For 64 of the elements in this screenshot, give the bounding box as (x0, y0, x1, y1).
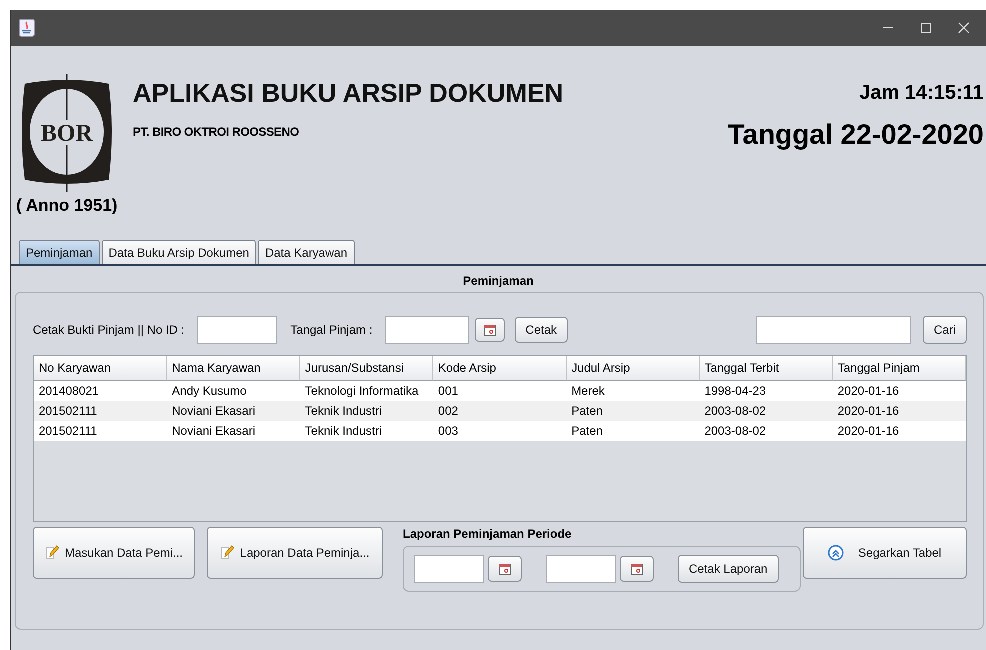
company-logo: BOR (21, 74, 113, 192)
column-header[interactable]: Judul Arsip (566, 356, 700, 381)
pencil-icon (220, 545, 234, 561)
table-cell: Paten (566, 421, 700, 441)
print-button[interactable]: Cetak (514, 317, 568, 343)
column-header[interactable]: Tanggal Terbit (700, 356, 833, 381)
action-button[interactable]: Laporan Data Peminja... (207, 527, 383, 579)
table-cell: 003 (433, 421, 567, 441)
table-cell: 2020-01-16 (832, 401, 966, 421)
column-header[interactable]: Tanggal Pinjam (832, 356, 966, 381)
close-icon[interactable] (958, 22, 970, 34)
refresh-button[interactable]: Segarkan Tabel (803, 527, 967, 579)
table-cell: Paten (566, 401, 700, 421)
date-field[interactable] (384, 316, 469, 344)
calendar-button[interactable] (620, 556, 654, 582)
calendar-button[interactable] (474, 318, 505, 342)
table-cell: 2003-08-02 (700, 421, 833, 441)
date-field[interactable] (546, 555, 616, 583)
table-cell: Andy Kusumo (167, 381, 300, 401)
table-cell: 001 (433, 381, 567, 401)
action-button[interactable]: Masukan Data Pemi... (33, 527, 195, 579)
search-field[interactable] (756, 316, 911, 344)
tab[interactable]: Data Buku Arsip Dokumen (102, 240, 256, 264)
founding-year: ( Anno 1951) (16, 196, 118, 216)
date-field[interactable] (414, 555, 484, 583)
table-cell: Noviani Ekasari (167, 401, 300, 421)
group-title: Laporan Peminjaman Periode (403, 527, 573, 541)
refresh-icon (828, 545, 844, 561)
column-header[interactable]: No Karyawan (34, 356, 168, 381)
table-cell: 201408021 (34, 381, 168, 401)
pencil-icon (44, 545, 59, 561)
calendar-icon (484, 324, 496, 336)
tab[interactable]: Data Karyawan (258, 240, 354, 264)
input-field[interactable] (196, 316, 277, 344)
app-icon (19, 19, 35, 37)
calendar-icon (499, 564, 511, 574)
table-cell: 002 (433, 401, 567, 421)
table-cell: 201502111 (34, 401, 168, 421)
clock-label: Jam 14:15:11 (859, 82, 984, 105)
search-button[interactable]: Cari (922, 316, 967, 344)
table-cell: 2020-01-16 (832, 381, 966, 401)
table-cell: Merek (566, 381, 700, 401)
table-cell: Teknik Industri (300, 421, 434, 441)
section-title: Peminjaman (463, 274, 534, 288)
column-header[interactable]: Kode Arsip (433, 356, 567, 381)
calendar-button[interactable] (488, 556, 522, 582)
table-cell: 201502111 (34, 421, 168, 441)
date-label: Tanggal 22-02-2020 (728, 119, 984, 151)
column-header[interactable]: Nama Karyawan (167, 356, 300, 381)
app-title: APLIKASI BUKU ARSIP DOKUMEN (133, 78, 564, 109)
calendar-icon (631, 564, 643, 574)
field-label: Cetak Bukti Pinjam || No ID : (33, 323, 185, 337)
field-label: Tangal Pinjam : (290, 323, 373, 337)
table-cell: Noviani Ekasari (167, 421, 300, 441)
column-header[interactable]: Jurusan/Substansi (300, 356, 434, 381)
table-cell: 1998-04-23 (700, 381, 833, 401)
maximize-icon[interactable] (920, 22, 932, 34)
table-cell: Teknik Industri (300, 401, 434, 421)
company-name: PT. BIRO OKTROI ROOSSENO (133, 125, 300, 139)
table-cell: Teknologi Informatika (300, 381, 434, 401)
table-cell: 2003-08-02 (700, 401, 833, 421)
print-report-button[interactable]: Cetak Laporan (678, 555, 779, 583)
tab[interactable]: Peminjaman (19, 240, 100, 264)
table-cell: 2020-01-16 (832, 421, 966, 441)
